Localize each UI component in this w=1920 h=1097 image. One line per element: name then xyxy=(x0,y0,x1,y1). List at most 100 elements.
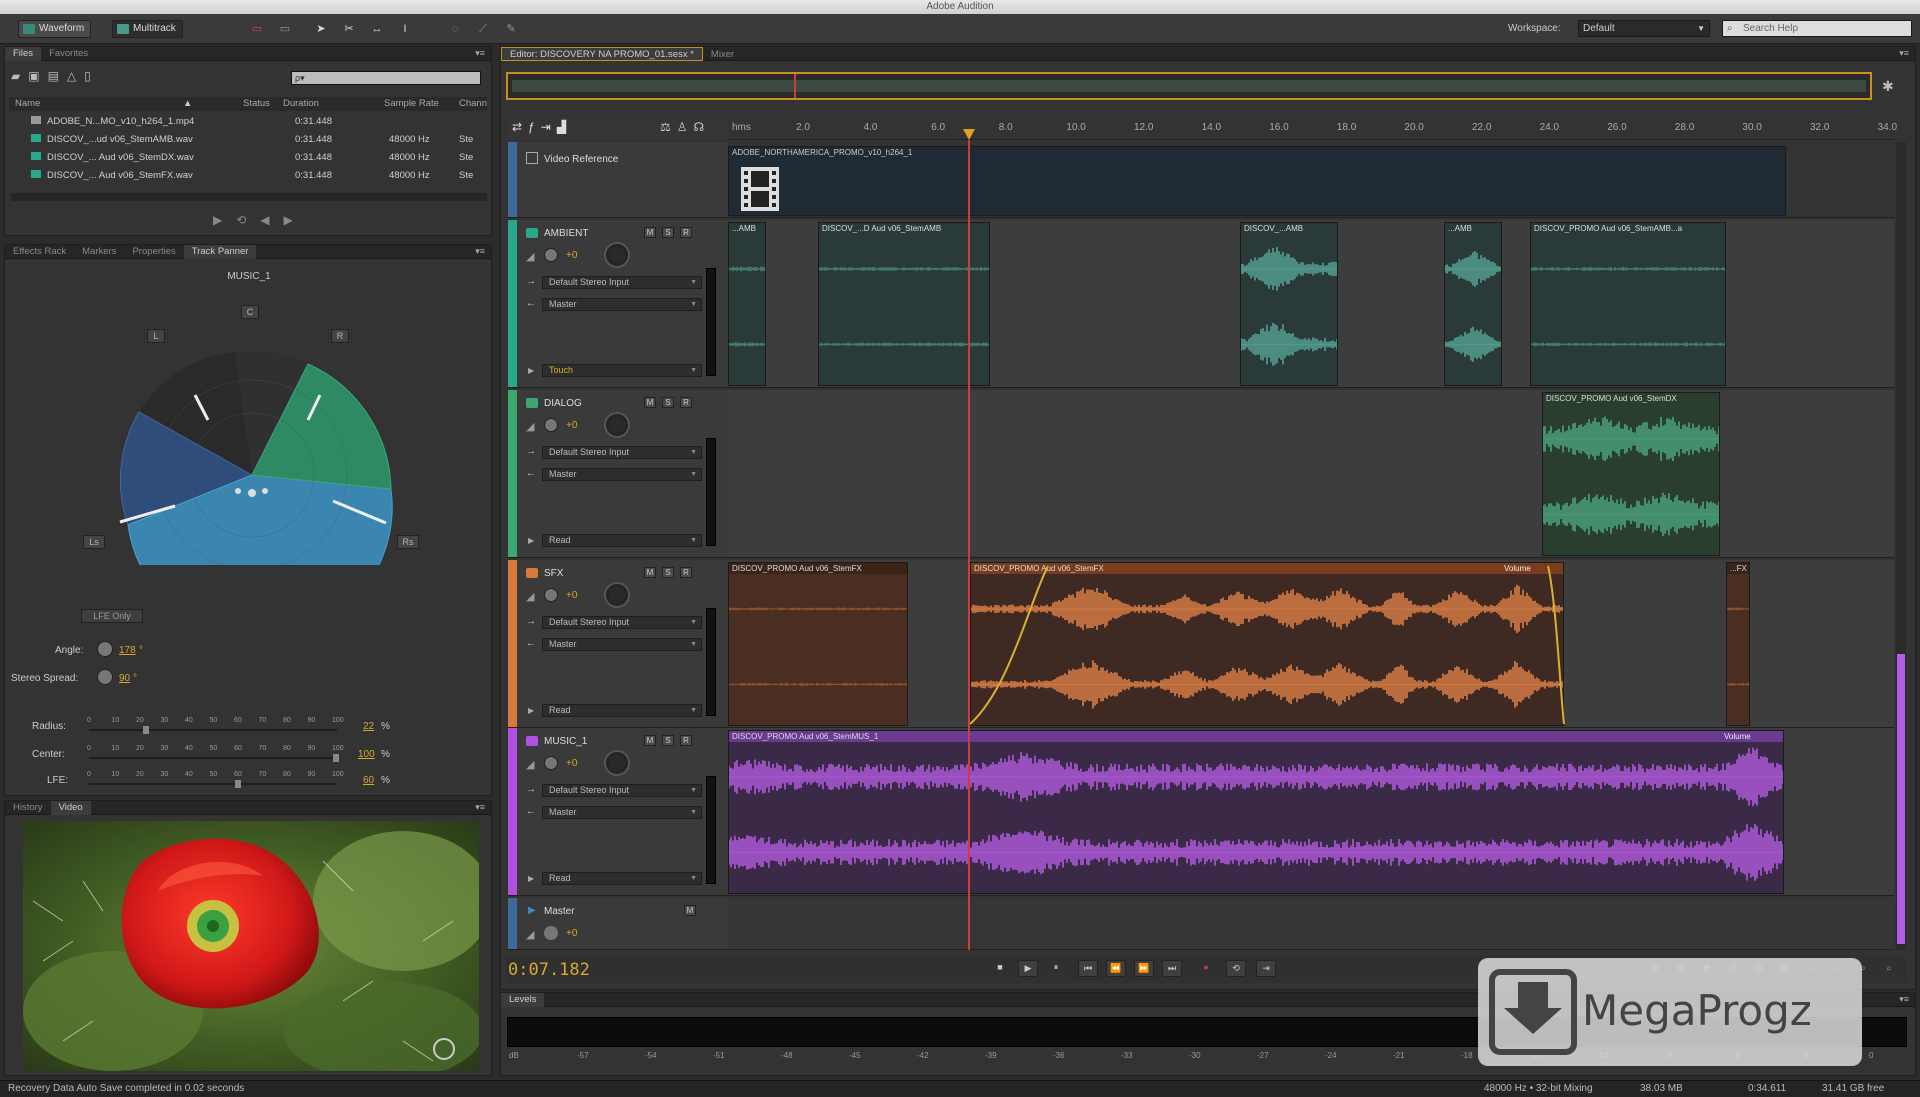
skip-selection-button[interactable]: ⇥ xyxy=(1256,960,1276,977)
tab-favorites[interactable]: Favorites xyxy=(41,47,96,61)
track-dialog[interactable]: DIALOGMSR◢+0→Default Stereo Input⇅←Maste… xyxy=(508,390,730,558)
angle-knob[interactable] xyxy=(97,641,113,657)
column-status[interactable]: Status xyxy=(243,98,270,109)
file-row[interactable]: DISCOV_...ud v06_StemAMB.wav 0:31.448 48… xyxy=(11,133,477,151)
waveform-view-button[interactable]: Waveform xyxy=(18,20,92,38)
track-video-reference[interactable]: Video Reference xyxy=(508,142,730,218)
audio-clip[interactable]: DISCOV_PROMO Aud v06_StemAMB...a xyxy=(1530,222,1726,386)
tab-properties[interactable]: Properties xyxy=(124,245,183,259)
fast-forward-button[interactable]: ⏩ xyxy=(1134,960,1154,977)
vertical-scrollbar[interactable] xyxy=(1896,142,1906,950)
volume-knob[interactable] xyxy=(544,756,558,770)
track-ambient[interactable]: AMBIENTMSR◢+0→Default Stereo Input⇅←Mast… xyxy=(508,220,730,388)
solo-button[interactable]: S xyxy=(662,567,674,578)
track-music-1[interactable]: MUSIC_1MSR◢+0→Default Stereo Input⇅←Mast… xyxy=(508,728,730,896)
track-sfx[interactable]: SFXMSR◢+0→Default Stereo Input⇅←Master▶R… xyxy=(508,560,730,728)
slider-value[interactable]: 22 xyxy=(363,721,374,732)
lasso-tool-icon[interactable]: ⟋ xyxy=(476,23,490,35)
tab-history[interactable]: History xyxy=(5,801,51,815)
record-arm-button[interactable]: R xyxy=(680,397,692,408)
marquee-tool-icon[interactable]: ◌ xyxy=(448,23,462,35)
time-display[interactable]: 0:07.182 xyxy=(508,960,590,980)
solo-button[interactable]: S xyxy=(662,735,674,746)
panel-menu-icon[interactable]: ▾≡ xyxy=(475,246,485,257)
razor-tool-icon[interactable]: ✂ xyxy=(342,23,356,35)
track-volume-value[interactable]: +0 xyxy=(566,758,577,769)
solo-button[interactable]: S xyxy=(662,397,674,408)
brush-tool-icon[interactable]: ✎ xyxy=(504,23,518,35)
track-volume-value[interactable]: +0 xyxy=(566,590,577,601)
loop-preview-icon[interactable]: ⟲ xyxy=(236,213,260,227)
automation-mode-dropdown[interactable]: Read xyxy=(542,704,702,717)
slider-value[interactable]: 100 xyxy=(358,749,375,760)
column-name[interactable]: Name xyxy=(15,98,40,109)
expand-automation-icon[interactable]: ▶ xyxy=(528,874,534,883)
surround-panner-graph[interactable] xyxy=(75,295,435,565)
audio-clip[interactable]: ...AMB xyxy=(728,222,766,386)
zoom-reset-icon[interactable]: ⌕ xyxy=(1880,960,1898,977)
slider-thumb[interactable] xyxy=(235,780,242,788)
file-row[interactable]: DISCOV_... Aud v06_StemFX.wav 0:31.448 4… xyxy=(11,169,477,187)
go-to-end-button[interactable]: ⏭ xyxy=(1162,960,1182,977)
headphones-icon[interactable]: ☊ xyxy=(694,120,711,134)
person-icon[interactable]: ♙ xyxy=(677,120,694,134)
panner-slider[interactable]: 0 10 20 30 40 50 60 70 80 90 100 xyxy=(87,717,344,737)
autoplay-icon[interactable]: ◀▶ xyxy=(260,213,306,227)
volume-knob[interactable] xyxy=(544,588,558,602)
audio-clip[interactable]: DISCOV_PROMO Aud v06_StemFX xyxy=(728,562,908,726)
expand-automation-icon[interactable]: ▶ xyxy=(528,366,534,375)
tab-editor-session[interactable]: Editor: DISCOVERY NA PROMO_01.sesx * xyxy=(501,47,703,61)
clip-volume-label[interactable]: Volume xyxy=(1724,732,1751,741)
track-name[interactable]: MUSIC_1 xyxy=(544,736,587,747)
audio-clip[interactable]: ...AMB xyxy=(1444,222,1502,386)
record-arm-button[interactable]: R xyxy=(680,567,692,578)
panner-slider[interactable]: 0 10 20 30 40 50 60 70 80 90 100 xyxy=(87,745,344,765)
search-help-input[interactable]: ⌕ Search Help xyxy=(1722,20,1912,37)
files-horizontal-scrollbar[interactable] xyxy=(11,193,487,201)
video-clip[interactable]: ADOBE_NORTHAMERICA_PROMO_v10_h264_1 xyxy=(728,146,1786,216)
workspace-dropdown[interactable]: Default ▼ xyxy=(1578,20,1710,37)
record-arm-button[interactable]: R xyxy=(680,227,692,238)
slider-value[interactable]: 60 xyxy=(363,775,374,786)
solo-button[interactable]: S xyxy=(662,227,674,238)
zoom-settings-icon[interactable]: ✱ xyxy=(1882,78,1894,95)
output-dropdown[interactable]: Master xyxy=(542,468,702,481)
new-file-icon[interactable]: ▤ xyxy=(48,69,67,83)
column-duration[interactable]: Duration xyxy=(283,98,319,109)
import-file-icon[interactable]: ▣ xyxy=(28,69,47,83)
mute-button[interactable]: M xyxy=(644,397,656,408)
column-sample-rate[interactable]: Sample Rate xyxy=(384,98,439,109)
angle-value[interactable]: 178 xyxy=(119,645,136,656)
send-icon[interactable]: ⇥ xyxy=(541,120,557,134)
automation-mode-dropdown[interactable]: Touch xyxy=(542,364,702,377)
track-name[interactable]: DIALOG xyxy=(544,398,582,409)
audio-clip[interactable]: ...FX xyxy=(1726,562,1750,726)
pan-knob[interactable] xyxy=(604,242,630,268)
fx-icon[interactable]: ƒ xyxy=(528,120,541,134)
input-dropdown[interactable]: Default Stereo Input xyxy=(542,784,702,797)
lfe-only-button[interactable]: LFE Only xyxy=(81,609,143,623)
overview-zoom-bar[interactable] xyxy=(506,72,1872,100)
mute-button[interactable]: M xyxy=(644,227,656,238)
input-dropdown[interactable]: Default Stereo Input xyxy=(542,616,702,629)
mute-button[interactable]: M xyxy=(644,567,656,578)
tab-track-panner[interactable]: Track Panner xyxy=(183,245,257,259)
time-ruler[interactable] xyxy=(728,118,1894,140)
file-row[interactable]: DISCOV_... Aud v06_StemDX.wav 0:31.448 4… xyxy=(11,151,477,169)
automation-mode-dropdown[interactable]: Read xyxy=(542,534,702,547)
slip-tool-icon[interactable]: ↔ xyxy=(370,23,384,35)
volume-knob[interactable] xyxy=(544,418,558,432)
master-volume-value[interactable]: +0 xyxy=(566,928,577,939)
pause-button[interactable]: ⏸ xyxy=(1046,960,1066,977)
audio-clip[interactable]: DISCOV_PROMO Aud v06_StemMUS_1 xyxy=(728,730,1784,894)
audio-clip[interactable]: DISCOV_...AMB xyxy=(1240,222,1338,386)
input-dropdown[interactable]: Default Stereo Input xyxy=(542,276,702,289)
mute-button[interactable]: M xyxy=(644,735,656,746)
track-volume-value[interactable]: +0 xyxy=(566,250,577,261)
audio-clip[interactable]: DISCOV_PROMO Aud v06_StemDX xyxy=(1542,392,1720,556)
tab-mixer[interactable]: Mixer xyxy=(703,48,742,62)
panel-menu-icon[interactable]: ▾≡ xyxy=(1899,48,1909,59)
input-dropdown[interactable]: Default Stereo Input xyxy=(542,446,702,459)
mute-button[interactable]: M xyxy=(684,905,696,916)
output-dropdown[interactable]: Master xyxy=(542,298,702,311)
